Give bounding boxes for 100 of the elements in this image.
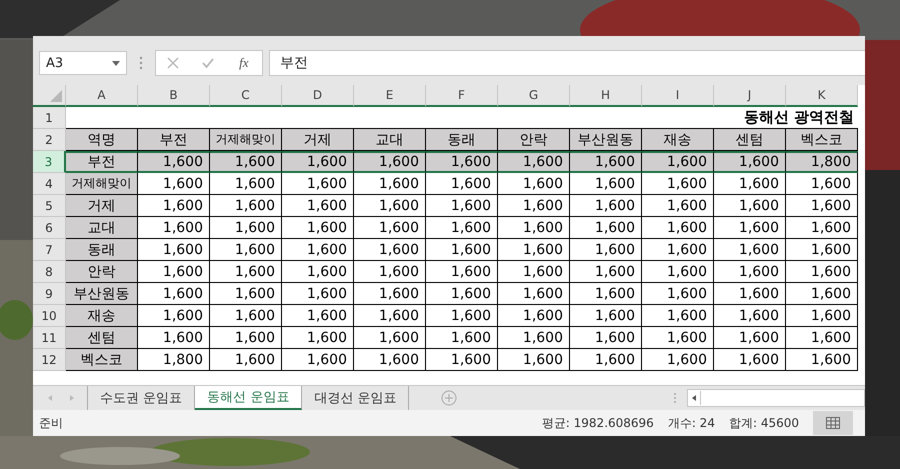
station-cell: 재송 <box>66 305 138 327</box>
fare-cell: 1,600 <box>642 195 714 217</box>
column-header[interactable]: G <box>498 85 570 107</box>
column-title-cell: 센텀 <box>714 129 786 151</box>
fare-cell: 1,600 <box>498 239 570 261</box>
column-header[interactable]: J <box>714 85 786 107</box>
fare-cell: 1,600 <box>138 173 210 195</box>
fare-cell: 1,600 <box>426 261 498 283</box>
fare-cell: 1,600 <box>786 327 858 349</box>
fare-cell: 1,600 <box>210 305 282 327</box>
column-header[interactable]: F <box>426 85 498 107</box>
column-title-cell: 재송 <box>642 129 714 151</box>
sheet-tab[interactable]: 동해선 운임표 <box>195 386 302 410</box>
row-header[interactable]: 10 <box>33 305 66 327</box>
grip-icon <box>139 56 143 70</box>
check-icon[interactable] <box>202 57 214 69</box>
fare-cell: 1,600 <box>354 349 426 371</box>
station-cell: 거제 <box>66 195 138 217</box>
station-cell: 부산원동 <box>66 283 138 305</box>
caret-icon[interactable] <box>112 60 120 66</box>
sum-text: 합계: 45600 <box>728 414 799 432</box>
fare-cell: 1,600 <box>498 151 570 173</box>
fare-cell: 1,600 <box>138 239 210 261</box>
station-cell: 안락 <box>66 261 138 283</box>
row-header[interactable]: 12 <box>33 349 66 371</box>
fare-cell: 1,600 <box>642 173 714 195</box>
name-box[interactable]: A3 <box>39 51 127 75</box>
row-header[interactable]: 2 <box>33 129 66 151</box>
fare-cell: 1,600 <box>642 305 714 327</box>
fare-cell: 1,600 <box>282 239 354 261</box>
fare-cell: 1,600 <box>354 305 426 327</box>
normal-view-button[interactable] <box>813 411 853 435</box>
fare-cell: 1,600 <box>426 327 498 349</box>
row-header[interactable]: 6 <box>33 217 66 239</box>
column-header[interactable]: I <box>642 85 714 107</box>
column-title-cell: 부산원동 <box>570 129 642 151</box>
fare-cell: 1,600 <box>210 349 282 371</box>
fare-cell: 1,600 <box>426 151 498 173</box>
fare-cell: 1,600 <box>714 327 786 349</box>
station-cell: 벡스코 <box>66 349 138 371</box>
column-header[interactable]: D <box>282 85 354 107</box>
column-header[interactable]: H <box>570 85 642 107</box>
column-title-cell: 교대 <box>354 129 426 151</box>
fare-cell: 1,600 <box>210 239 282 261</box>
cancel-icon[interactable] <box>167 57 180 69</box>
insert-function-button[interactable]: fx <box>237 55 251 71</box>
add-sheet-icon[interactable] <box>441 390 458 406</box>
row-header[interactable]: 9 <box>33 283 66 305</box>
column-header[interactable]: B <box>138 85 210 107</box>
count-text: 개수: 24 <box>668 414 715 432</box>
fare-cell: 1,600 <box>714 239 786 261</box>
fare-cell: 1,600 <box>282 349 354 371</box>
row-header[interactable]: 5 <box>33 195 66 217</box>
formula-field[interactable]: 부전 <box>269 50 865 76</box>
fare-cell: 1,600 <box>786 261 858 283</box>
row-header[interactable]: 4 <box>33 173 66 195</box>
fare-cell: 1,600 <box>426 283 498 305</box>
column-title-cell: 거제해맞이 <box>210 129 282 151</box>
fare-cell: 1,600 <box>210 173 282 195</box>
fare-cell: 1,600 <box>642 261 714 283</box>
fare-cell: 1,600 <box>570 327 642 349</box>
station-cell: 교대 <box>66 217 138 239</box>
fare-cell: 1,600 <box>426 349 498 371</box>
fare-cell: 1,600 <box>138 195 210 217</box>
fare-cell: 1,600 <box>570 305 642 327</box>
fare-cell: 1,600 <box>570 217 642 239</box>
fare-cell: 1,600 <box>426 305 498 327</box>
fare-cell: 1,600 <box>138 151 210 173</box>
column-header[interactable]: E <box>354 85 426 107</box>
fare-cell: 1,600 <box>282 195 354 217</box>
column-title-cell: 역명 <box>66 129 138 151</box>
select-all-icon[interactable] <box>50 90 62 102</box>
horizontal-scrollbar[interactable] <box>687 389 865 407</box>
fare-cell: 1,600 <box>498 173 570 195</box>
column-header[interactable]: C <box>210 85 282 107</box>
fare-cell: 1,600 <box>642 349 714 371</box>
fare-cell: 1,600 <box>642 239 714 261</box>
fare-cell: 1,600 <box>282 305 354 327</box>
row-header[interactable]: 7 <box>33 239 66 261</box>
fare-cell: 1,600 <box>714 349 786 371</box>
fare-cell: 1,600 <box>570 239 642 261</box>
fare-cell: 1,600 <box>642 217 714 239</box>
fare-cell: 1,600 <box>426 239 498 261</box>
fare-cell: 1,600 <box>498 261 570 283</box>
column-header[interactable]: K <box>786 85 858 107</box>
fare-cell: 1,600 <box>786 349 858 371</box>
grip-icon <box>673 392 678 404</box>
fare-cell: 1,600 <box>354 261 426 283</box>
row-header[interactable]: 8 <box>33 261 66 283</box>
status-mode: 준비 <box>39 414 63 432</box>
column-title-cell: 안락 <box>498 129 570 151</box>
row-header[interactable]: 3 <box>33 151 66 173</box>
fare-cell: 1,600 <box>498 327 570 349</box>
row-header[interactable]: 1 <box>33 107 66 129</box>
row-header[interactable]: 11 <box>33 327 66 349</box>
column-header[interactable]: A <box>66 85 138 107</box>
grid-icon <box>826 417 840 429</box>
fare-cell: 1,600 <box>282 261 354 283</box>
fare-cell: 1,600 <box>642 283 714 305</box>
fare-cell: 1,600 <box>354 239 426 261</box>
